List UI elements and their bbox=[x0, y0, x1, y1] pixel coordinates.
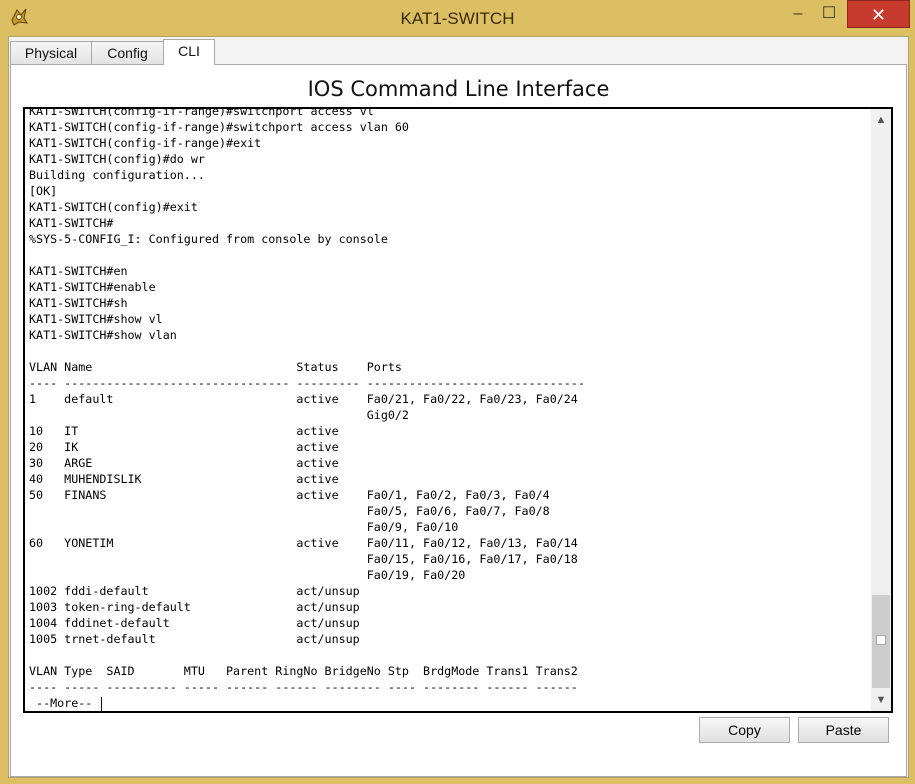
terminal-line: KAT1-SWITCH#enable bbox=[29, 280, 156, 294]
tab-config[interactable]: Config bbox=[91, 41, 164, 64]
tab-cli[interactable]: CLI bbox=[163, 39, 215, 65]
terminal-line: 30 ARGE active bbox=[29, 456, 339, 470]
client-area: Physical Config CLI IOS Command Line Int… bbox=[8, 36, 909, 778]
terminal-line: KAT1-SWITCH#sh bbox=[29, 296, 128, 310]
tab-physical[interactable]: Physical bbox=[10, 41, 92, 64]
paste-button[interactable]: Paste bbox=[798, 717, 889, 743]
terminal-line: ---- ----- ---------- ----- ------ -----… bbox=[29, 680, 578, 694]
terminal-line: Gig0/2 bbox=[366, 408, 409, 422]
terminal-line: VLAN Type SAID MTU Parent RingNo BridgeN… bbox=[29, 664, 578, 678]
terminal-line: KAT1-SWITCH(config-if-range)#exit bbox=[29, 136, 262, 150]
terminal-line: 40 MUHENDISLIK active bbox=[29, 472, 339, 486]
scroll-down-arrow-icon[interactable]: ▼ bbox=[871, 691, 891, 709]
terminal-line: %SYS-5-CONFIG_I: Configured from console… bbox=[29, 232, 388, 246]
terminal-line: 50 FINANS active Fa0/1, Fa0/2, Fa0/3, Fa… bbox=[29, 488, 550, 502]
terminal-line: [OK] bbox=[29, 184, 58, 198]
terminal-line: 1005 trnet-default act/unsup bbox=[29, 632, 360, 646]
terminal-line: VLAN Name Status Ports bbox=[29, 360, 402, 374]
terminal-area[interactable]: KAT1-SWITCH(config-if-range)#switchport … bbox=[23, 107, 893, 713]
terminal-line: KAT1-SWITCH#show vl bbox=[29, 312, 163, 326]
terminal-line: 10 IT active bbox=[29, 424, 339, 438]
terminal-line: 20 IK active bbox=[29, 440, 339, 454]
terminal-line: KAT1-SWITCH(config-if-range)#switchport … bbox=[29, 107, 374, 118]
copy-button[interactable]: Copy bbox=[699, 717, 790, 743]
terminal-line: ---- -------------------------------- --… bbox=[29, 376, 585, 390]
close-icon: ✕ bbox=[870, 5, 887, 25]
scroll-up-arrow-icon[interactable]: ▲ bbox=[871, 111, 891, 129]
scroll-grip-icon bbox=[876, 635, 886, 645]
terminal-line: KAT1-SWITCH(config)#do wr bbox=[29, 152, 205, 166]
terminal-line: Fa0/19, Fa0/20 bbox=[366, 568, 466, 582]
cli-panel: IOS Command Line Interface KAT1-SWITCH(c… bbox=[10, 64, 907, 777]
terminal-line: Building configuration... bbox=[29, 168, 205, 182]
terminal-line: Fa0/5, Fa0/6, Fa0/7, Fa0/8 bbox=[366, 504, 550, 518]
terminal-line: 1004 fddinet-default act/unsup bbox=[29, 616, 360, 630]
terminal-line: Fa0/9, Fa0/10 bbox=[366, 520, 459, 534]
terminal-line: KAT1-SWITCH(config)#exit bbox=[29, 200, 198, 214]
vertical-scrollbar[interactable]: ▲ ▼ bbox=[871, 109, 891, 711]
terminal-line: 1 default active Fa0/21, Fa0/22, Fa0/23,… bbox=[29, 392, 578, 406]
maximize-button[interactable]: ☐ bbox=[814, 0, 844, 28]
terminal-line: KAT1-SWITCH#en bbox=[29, 264, 128, 278]
minimize-icon: – bbox=[793, 5, 803, 22]
terminal-line: Fa0/15, Fa0/16, Fa0/17, Fa0/18 bbox=[366, 552, 578, 566]
page-title: IOS Command Line Interface bbox=[307, 77, 610, 101]
terminal-line: 1002 fddi-default act/unsup bbox=[29, 584, 360, 598]
app-window: KAT1-SWITCH – ☐ ✕ Physical Config CLI IO… bbox=[0, 0, 915, 784]
maximize-icon: ☐ bbox=[821, 5, 837, 22]
terminal-output[interactable]: KAT1-SWITCH(config-if-range)#switchport … bbox=[29, 107, 867, 711]
terminal-line: 1003 token-ring-default act/unsup bbox=[29, 600, 360, 614]
more-prompt: --More-- bbox=[29, 696, 100, 710]
text-cursor bbox=[101, 696, 103, 711]
title-bar[interactable]: KAT1-SWITCH – ☐ ✕ bbox=[0, 0, 915, 36]
terminal-line: KAT1-SWITCH#show vlan bbox=[29, 328, 177, 342]
terminal-line: KAT1-SWITCH# bbox=[29, 216, 114, 230]
terminal-line: 60 YONETIM active Fa0/11, Fa0/12, Fa0/13… bbox=[29, 536, 578, 550]
minimize-button[interactable]: – bbox=[783, 0, 813, 28]
window-title: KAT1-SWITCH bbox=[400, 9, 515, 28]
terminal-line: KAT1-SWITCH(config-if-range)#switchport … bbox=[29, 120, 409, 134]
close-button[interactable]: ✕ bbox=[847, 0, 910, 28]
scrollbar-thumb[interactable] bbox=[872, 595, 890, 688]
